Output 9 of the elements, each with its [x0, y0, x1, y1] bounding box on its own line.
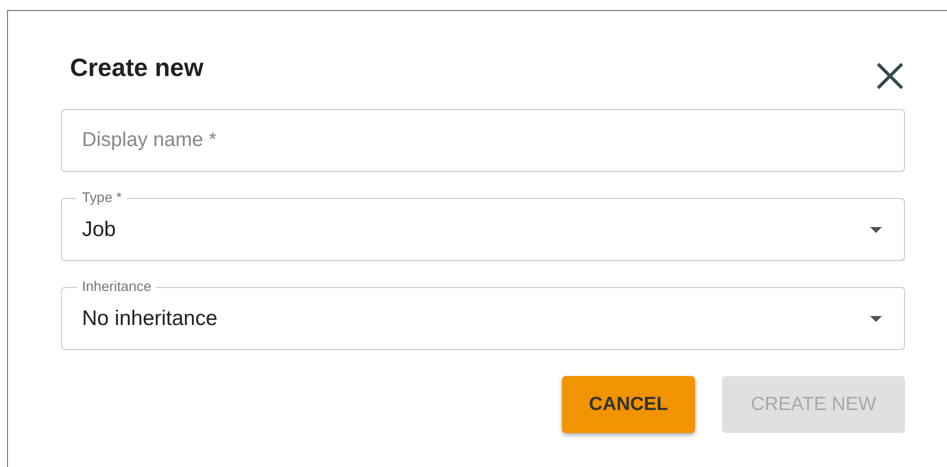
close-button[interactable]: [875, 61, 905, 91]
close-icon: [875, 61, 905, 91]
caret-icon: [870, 226, 882, 232]
action-button[interactable]: CANCEL: [562, 376, 695, 433]
text-field[interactable]: Display name *: [61, 109, 905, 172]
field-value: No inheritance: [82, 306, 218, 330]
field-value: Job: [82, 218, 117, 242]
caret-icon: [870, 316, 882, 322]
dialog-title: Create new: [70, 54, 204, 82]
